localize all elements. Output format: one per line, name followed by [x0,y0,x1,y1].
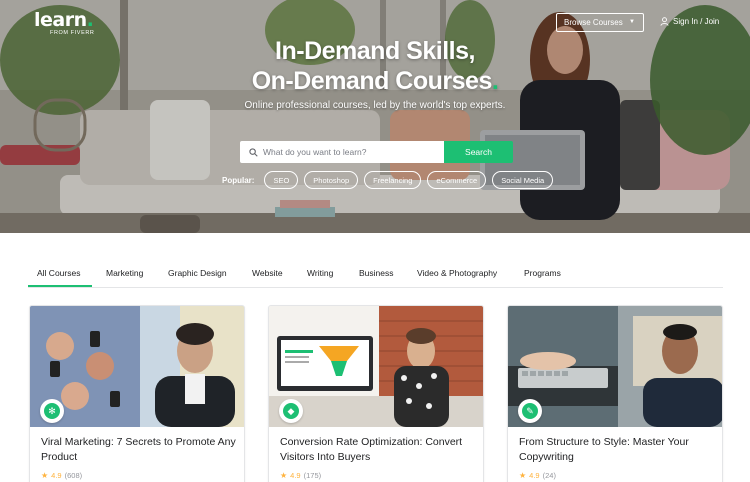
star-icon: ★ [280,471,288,480]
hero-banner: learn. FROM FIVERR Browse Courses ▼ Sign… [0,0,750,233]
course-badge: ◆ [279,399,303,423]
tab-all-courses[interactable]: All Courses [37,268,80,278]
course-card[interactable]: ◆ Conversion Rate Optimization: Convert … [268,305,484,482]
tab-website[interactable]: Website [252,268,283,278]
logo-subtitle: FROM FIVERR [50,30,95,36]
tab-programs[interactable]: Programs [524,268,561,278]
tab-graphic-design[interactable]: Graphic Design [168,268,227,278]
course-badge: ✎ [518,399,542,423]
popular-tag-ecommerce[interactable]: eCommerce [427,171,487,189]
browse-courses-dropdown[interactable]: Browse Courses ▼ [556,13,644,32]
hero-headline: In-Demand Skills, On-Demand Courses. [251,37,499,95]
page: learn. FROM FIVERR Browse Courses ▼ Sign… [0,0,750,482]
category-tabs: All Courses Marketing Graphic Design Web… [28,264,723,288]
hero-headline-line1: In-Demand Skills, [275,37,475,65]
hero-subheading: Online professional courses, led by the … [244,100,506,111]
rating-count: (608) [64,471,83,480]
tab-writing[interactable]: Writing [307,268,333,278]
course-title[interactable]: Conversion Rate Optimization: Convert Vi… [280,435,478,465]
search-icon [249,147,258,157]
search-field[interactable] [240,141,444,163]
course-title[interactable]: From Structure to Style: Master Your Cop… [519,435,717,465]
user-icon [660,17,669,26]
course-rating: ★ 4.9 (608) [41,471,82,480]
tab-video-photography[interactable]: Video & Photography [417,268,497,278]
course-rating: ★ 4.9 (175) [280,471,321,480]
hero-overlay [0,0,750,233]
browse-courses-label: Browse Courses [564,18,623,27]
course-card[interactable]: ✻ Viral Marketing: 7 Secrets to Promote … [29,305,245,482]
popular-tags: Popular: SEO Photoshop Freelancing eComm… [222,171,554,189]
rating-score: 4.9 [51,471,62,480]
popular-label: Popular: [222,175,255,185]
popular-tag-seo[interactable]: SEO [264,171,299,189]
course-rating: ★ 4.9 (24) [519,471,556,480]
rating-count: (175) [303,471,322,480]
tag-icon: ◆ [283,403,299,419]
hero-headline-line2: On-Demand Courses [251,67,493,95]
pen-icon: ✎ [522,403,538,419]
search-input[interactable] [263,147,443,157]
tab-marketing[interactable]: Marketing [106,268,143,278]
star-icon: ★ [41,471,49,480]
logo-wordmark: learn. [34,9,94,31]
active-tab-indicator [28,285,92,287]
tab-business[interactable]: Business [359,268,394,278]
sign-in-link[interactable]: Sign In / Join [660,17,719,26]
search-button[interactable]: Search [444,141,513,163]
popular-tag-social-media[interactable]: Social Media [492,171,554,189]
sign-in-label: Sign In / Join [673,17,720,26]
star-icon: ★ [519,471,527,480]
rating-count: (24) [542,471,556,480]
popular-tag-photoshop[interactable]: Photoshop [304,171,359,189]
course-card[interactable]: ✎ From Structure to Style: Master Your C… [507,305,723,482]
snowflake-icon: ✻ [44,403,60,419]
course-title[interactable]: Viral Marketing: 7 Secrets to Promote An… [41,435,239,465]
popular-tag-freelancing[interactable]: Freelancing [364,171,422,189]
course-badge: ✻ [40,399,64,423]
chevron-down-icon: ▼ [629,19,635,25]
logo[interactable]: learn. FROM FIVERR [34,10,95,37]
search-bar: Search [240,141,513,163]
rating-score: 4.9 [290,471,301,480]
rating-score: 4.9 [529,471,540,480]
